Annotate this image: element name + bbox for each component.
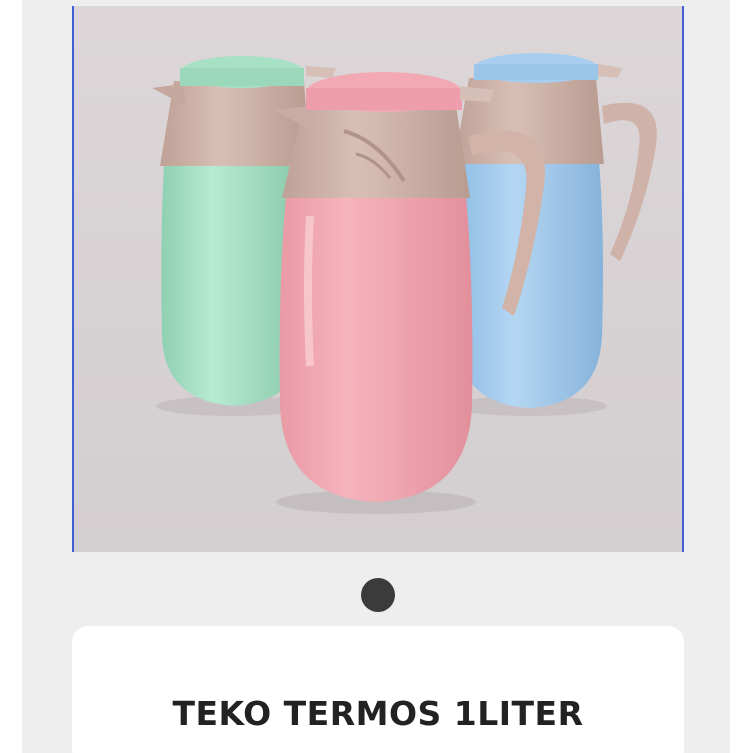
product-image[interactable]	[72, 6, 684, 552]
product-title-card: TEKO TERMOS 1LITER	[72, 626, 684, 753]
carousel-dot-active[interactable]	[361, 578, 395, 612]
product-title: TEKO TERMOS 1LITER	[172, 694, 584, 733]
product-screen: TEKO TERMOS 1LITER	[0, 0, 753, 753]
thermos-jugs-illustration	[74, 6, 682, 552]
